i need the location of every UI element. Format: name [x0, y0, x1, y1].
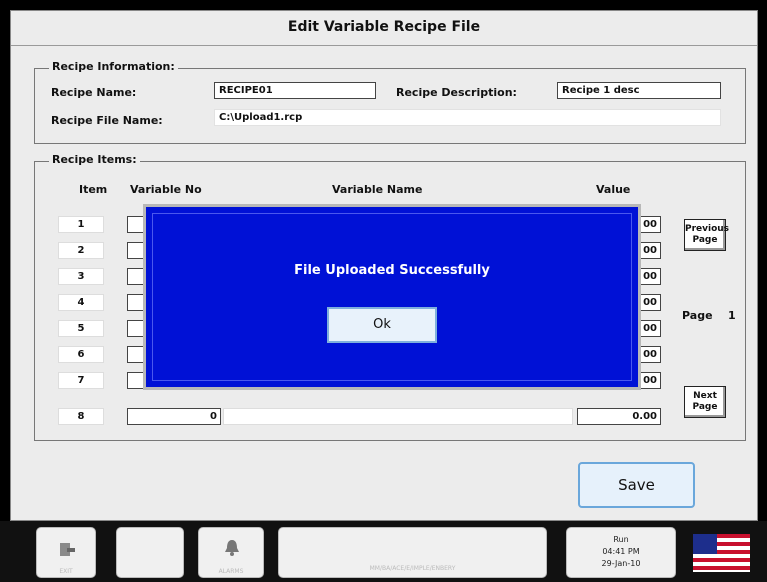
recipe-description-label: Recipe Description:	[396, 86, 517, 99]
upload-success-dialog: File Uploaded Successfully Ok	[143, 204, 641, 390]
next-page-label: Next Page	[692, 391, 718, 412]
blank-taskbar-button[interactable]	[116, 527, 184, 578]
item-number-cell: 6	[58, 346, 104, 363]
recipe-items-legend: Recipe Items:	[49, 153, 140, 166]
taskbar: EXIT ALARMS MM/BA/ACE/E/IMPLE/ENBERY Run…	[0, 521, 767, 582]
page-number: 1	[728, 309, 736, 322]
dialog-message: File Uploaded Successfully	[294, 263, 490, 278]
recipe-info-legend: Recipe Information:	[49, 60, 178, 73]
item-number-cell: 2	[58, 242, 104, 259]
title-divider	[11, 45, 757, 46]
recipe-name-field[interactable]: RECIPE01	[214, 82, 376, 99]
value-column-header: Value	[596, 183, 631, 196]
status-panel: Run 04:41 PM 29-Jan-10	[566, 527, 676, 578]
item-number-cell: 3	[58, 268, 104, 285]
value-field[interactable]: 0.00	[577, 408, 661, 425]
variable-name-column-header: Variable Name	[332, 183, 423, 196]
ok-button[interactable]: Ok	[327, 307, 437, 343]
message-bar-text: MM/BA/ACE/E/IMPLE/ENBERY	[369, 565, 456, 572]
item-number-cell: 8	[58, 408, 104, 425]
recipe-file-name-field[interactable]: C:\Upload1.rcp	[214, 109, 721, 126]
item-number-cell: 5	[58, 320, 104, 337]
exit-button[interactable]: EXIT	[36, 527, 96, 578]
exit-icon	[60, 543, 75, 556]
dialog-frame	[152, 213, 632, 381]
item-number-cell: 7	[58, 372, 104, 389]
recipe-info-group: Recipe Information:	[34, 60, 746, 144]
previous-page-button[interactable]: Previous Page	[684, 219, 730, 251]
recipe-name-label: Recipe Name:	[51, 86, 137, 99]
page-title: Edit Variable Recipe File	[287, 19, 481, 35]
run-status: Run	[613, 535, 629, 544]
alarms-button[interactable]: ALARMS	[198, 527, 264, 578]
item-number-cell: 4	[58, 294, 104, 311]
recipe-description-field[interactable]: Recipe 1 desc	[557, 82, 721, 99]
recipe-file-name-label: Recipe File Name:	[51, 114, 163, 127]
bell-icon	[225, 540, 239, 556]
page-label: Page	[682, 309, 713, 322]
save-button[interactable]: Save	[578, 462, 695, 508]
variable-name-field[interactable]	[223, 408, 573, 425]
status-time: 04:41 PM	[602, 547, 640, 556]
message-bar: MM/BA/ACE/E/IMPLE/ENBERY	[278, 527, 547, 578]
previous-page-label: Previous Page	[685, 224, 730, 245]
us-flag-icon[interactable]	[693, 534, 750, 572]
item-column-header: Item	[79, 183, 108, 196]
status-date: 29-Jan-10	[601, 559, 641, 568]
variable-no-column-header: Variable No	[130, 183, 202, 196]
variable-no-field[interactable]: 0	[127, 408, 221, 425]
item-number-cell: 1	[58, 216, 104, 233]
alarms-label: ALARMS	[218, 568, 244, 575]
next-page-button[interactable]: Next Page	[684, 386, 726, 418]
exit-label: EXIT	[59, 568, 73, 575]
